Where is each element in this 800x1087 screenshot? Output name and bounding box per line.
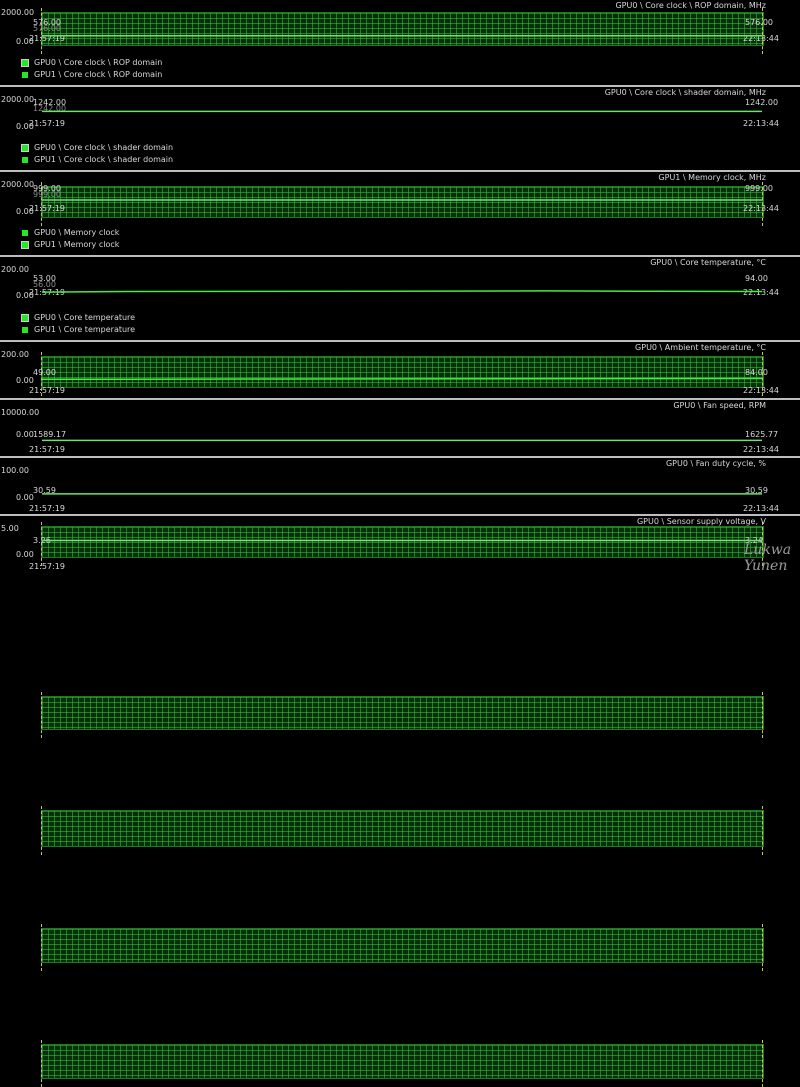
panel-title: GPU0 \ Core clock \ ROP domain, MHz <box>615 1 766 10</box>
series-line <box>42 290 762 293</box>
time-start-label: 21:57:19 <box>29 562 65 571</box>
legend: GPU0 \ Core temperature GPU1 \ Core tempe… <box>21 313 136 337</box>
legend-item[interactable]: GPU0 \ Core temperature <box>21 313 136 325</box>
series-line-svg <box>42 35 762 37</box>
legend-label: GPU1 \ Memory clock <box>34 240 120 249</box>
legend-swatch-icon <box>22 327 28 333</box>
legend: GPU0 \ Memory clock GPU1 \ Memory clock <box>21 228 120 252</box>
time-end-label: 22:13:44 <box>743 386 779 395</box>
legend-swatch-icon <box>22 157 28 163</box>
time-cursor-end <box>762 8 763 54</box>
y-axis-max: 2000.00 <box>1 95 35 104</box>
panel-title: GPU0 \ Core clock \ shader domain, MHz <box>604 88 766 97</box>
legend-label: GPU1 \ Core clock \ shader domain <box>34 155 174 164</box>
legend-label: GPU1 \ Core clock \ ROP domain <box>34 70 163 79</box>
time-cursor-end <box>762 924 763 971</box>
y-axis-min: 0.00 <box>16 550 34 559</box>
legend-item[interactable]: GPU1 \ Core clock \ shader domain <box>22 155 173 167</box>
time-cursor-start <box>41 806 42 855</box>
legend: GPU0 \ Core clock \ ROP domain GPU1 \ Cor… <box>21 58 163 82</box>
panel-title: GPU0 \ Ambient temperature, °C <box>635 343 766 352</box>
watermark-text: Lukwa Yunen <box>744 542 792 574</box>
graph-area[interactable] <box>41 1044 764 1079</box>
legend: GPU0 \ Core clock \ shader domain GPU1 \ … <box>21 143 174 167</box>
panel-title: GPU1 \ Memory clock, MHz <box>658 173 766 182</box>
legend-item[interactable]: GPU0 \ Memory clock <box>22 228 119 240</box>
time-cursor-end <box>762 1040 763 1087</box>
y-axis-max: 2000.00 <box>1 8 35 17</box>
series-line-svg <box>42 439 762 442</box>
legend-item[interactable]: GPU1 \ Core clock \ ROP domain <box>22 70 162 82</box>
series-line-svg <box>42 110 762 113</box>
legend-label: GPU0 \ Core clock \ ROP domain <box>34 58 163 67</box>
series-line <box>42 377 762 381</box>
legend-item[interactable]: GPU1 \ Memory clock <box>21 240 120 252</box>
legend-label: GPU0 \ Core clock \ shader domain <box>34 143 174 152</box>
y-axis-min: 0.00 <box>16 430 34 439</box>
time-end-label: 22:13:44 <box>743 445 779 454</box>
time-start-label: 21:57:19 <box>29 445 65 454</box>
legend-swatch-icon <box>21 241 29 249</box>
y-axis-max: 100.00 <box>1 466 29 475</box>
series-line-svg <box>42 290 762 293</box>
panel-title: GPU0 \ Sensor supply voltage, V <box>636 517 766 526</box>
legend-swatch-icon <box>21 59 29 67</box>
time-start-label: 21:57:19 <box>29 386 65 395</box>
legend-item[interactable]: GPU0 \ Core clock \ shader domain <box>21 143 174 155</box>
legend-item[interactable]: GPU0 \ Core clock \ ROP domain <box>21 58 163 70</box>
legend-label: GPU0 \ Memory clock <box>34 228 120 237</box>
legend-item[interactable]: GPU1 \ Core temperature <box>22 325 135 337</box>
series-line-svg <box>42 199 762 201</box>
y-axis-max: 2000.00 <box>1 180 35 189</box>
time-cursor-start <box>41 692 42 738</box>
graph-area[interactable] <box>41 928 764 963</box>
time-cursor-end <box>762 806 763 855</box>
time-cursor-end <box>762 692 763 738</box>
y-axis-max: 10000.00 <box>1 408 40 417</box>
time-start-label: 21:57:19 <box>29 504 65 513</box>
legend-label: GPU1 \ Core temperature <box>34 325 136 334</box>
graph-area[interactable] <box>41 696 764 730</box>
panel-title: GPU0 \ Fan duty cycle, % <box>665 459 766 468</box>
watermark-logo: Lukwa Yunen <box>730 540 798 574</box>
series-line-svg <box>42 493 762 495</box>
y-axis-max: 200.00 <box>1 350 29 359</box>
panel-title: GPU0 \ Fan speed, RPM <box>673 401 766 410</box>
legend-swatch-icon <box>21 144 29 152</box>
y-axis-min: 0.00 <box>16 493 34 502</box>
series-line-svg <box>42 539 762 542</box>
legend-label: GPU0 \ Core temperature <box>34 313 136 322</box>
legend-swatch-icon <box>22 230 28 236</box>
time-end-label: 22:13:44 <box>743 504 779 513</box>
y-axis-min: 0.00 <box>16 376 34 385</box>
graph-area[interactable] <box>41 810 764 847</box>
panel-title: GPU0 \ Core temperature, °C <box>650 258 766 267</box>
y-axis-max: 5.00 <box>1 524 19 533</box>
legend-swatch-icon <box>21 314 29 322</box>
series-line-svg <box>42 377 762 381</box>
time-cursor-start <box>41 1040 42 1087</box>
legend-swatch-icon <box>22 72 28 78</box>
time-cursor-start <box>41 924 42 971</box>
y-axis-max: 200.00 <box>1 265 29 274</box>
